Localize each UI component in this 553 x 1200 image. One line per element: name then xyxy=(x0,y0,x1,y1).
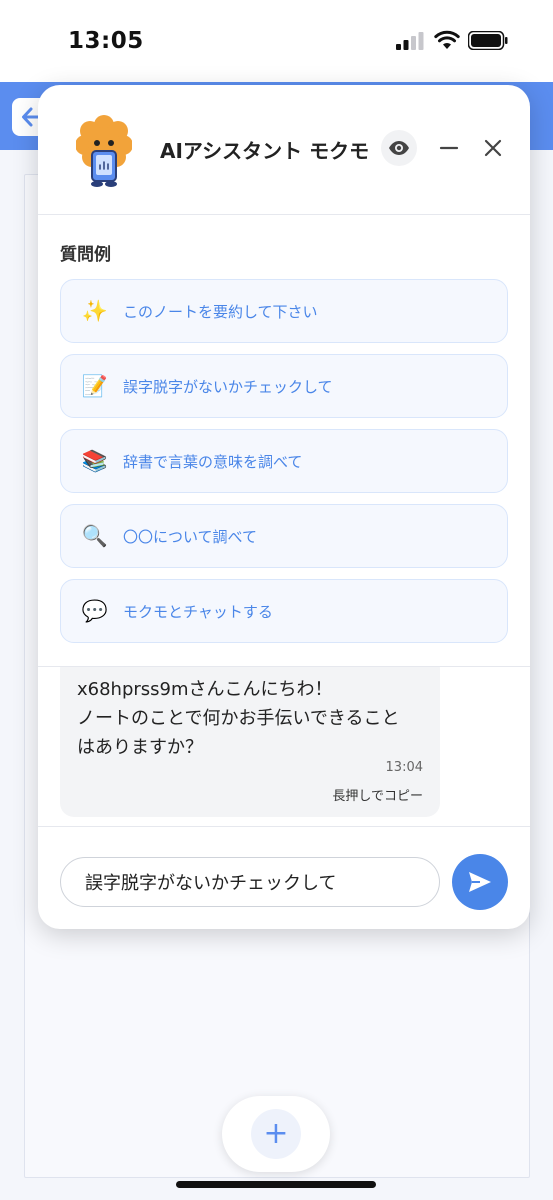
message-line: x68hprss9mさんこんにちわ！ xyxy=(77,679,333,700)
panel-title: AIアシスタント モクモ xyxy=(160,139,370,163)
message-line: はありますか？ xyxy=(77,737,203,758)
example-label: 誤字脱字がないかチェックして xyxy=(123,377,333,396)
example-research[interactable]: 🔍 〇〇について調べて xyxy=(60,504,508,568)
close-button[interactable] xyxy=(480,135,506,161)
add-button[interactable]: + xyxy=(222,1096,330,1172)
copy-hint: 長押しでコピー xyxy=(332,789,423,804)
examples-heading: 質問例 xyxy=(60,245,111,265)
example-questions: 質問例 ✨ このノートを要約して下さい 📝 誤字脱字がないかチェックして 📚 辞… xyxy=(38,215,530,667)
message-line: ノートのことで何かお手伝いできること xyxy=(77,708,400,729)
screen: 13:05 + AIアシスタント モクモ 質問例 ✨ このノートを要約して下さい… xyxy=(0,0,553,1200)
signal-icon xyxy=(396,32,424,50)
example-label: モクモとチャットする xyxy=(123,602,273,621)
battery-icon xyxy=(468,31,508,50)
example-proofread[interactable]: 📝 誤字脱字がないかチェックして xyxy=(60,354,508,418)
status-bar: 13:05 xyxy=(0,0,553,82)
message-input[interactable] xyxy=(60,857,440,907)
input-row xyxy=(38,827,530,929)
panel-header: AIアシスタント モクモ xyxy=(38,85,530,215)
example-label: 〇〇について調べて xyxy=(123,527,257,546)
send-icon xyxy=(469,872,491,892)
example-dictionary[interactable]: 📚 辞書で言葉の意味を調べて xyxy=(60,429,508,493)
example-summarize[interactable]: ✨ このノートを要約して下さい xyxy=(60,279,508,343)
eye-icon xyxy=(389,141,409,155)
sparkles-icon: ✨ xyxy=(81,298,109,323)
assistant-message[interactable]: x68hprss9mさんこんにちわ！ ノートのことで何かお手伝いできること はあ… xyxy=(60,667,440,817)
speech-bubble-icon: 💬 xyxy=(81,598,109,623)
mascot-icon xyxy=(76,115,132,187)
wifi-icon xyxy=(434,30,460,49)
send-button[interactable] xyxy=(452,854,508,910)
example-chat[interactable]: 💬 モクモとチャットする xyxy=(60,579,508,643)
plus-icon: + xyxy=(251,1109,301,1159)
magnifier-icon: 🔍 xyxy=(81,523,109,548)
chat-area[interactable]: x68hprss9mさんこんにちわ！ ノートのことで何かお手伝いできること はあ… xyxy=(38,667,530,827)
message-text: x68hprss9mさんこんにちわ！ ノートのことで何かお手伝いできること はあ… xyxy=(77,675,427,762)
visibility-button[interactable] xyxy=(381,130,417,166)
example-label: このノートを要約して下さい xyxy=(123,302,318,321)
status-time: 13:05 xyxy=(68,28,144,54)
books-icon: 📚 xyxy=(81,448,109,473)
home-indicator[interactable] xyxy=(176,1181,376,1188)
close-icon xyxy=(484,139,502,157)
example-label: 辞書で言葉の意味を調べて xyxy=(123,452,303,471)
minimize-button[interactable] xyxy=(436,135,462,161)
assistant-panel: AIアシスタント モクモ 質問例 ✨ このノートを要約して下さい 📝 誤字脱字が… xyxy=(38,85,530,929)
message-timestamp: 13:04 xyxy=(385,760,423,775)
memo-icon: 📝 xyxy=(81,373,109,398)
minimize-icon xyxy=(439,146,459,150)
